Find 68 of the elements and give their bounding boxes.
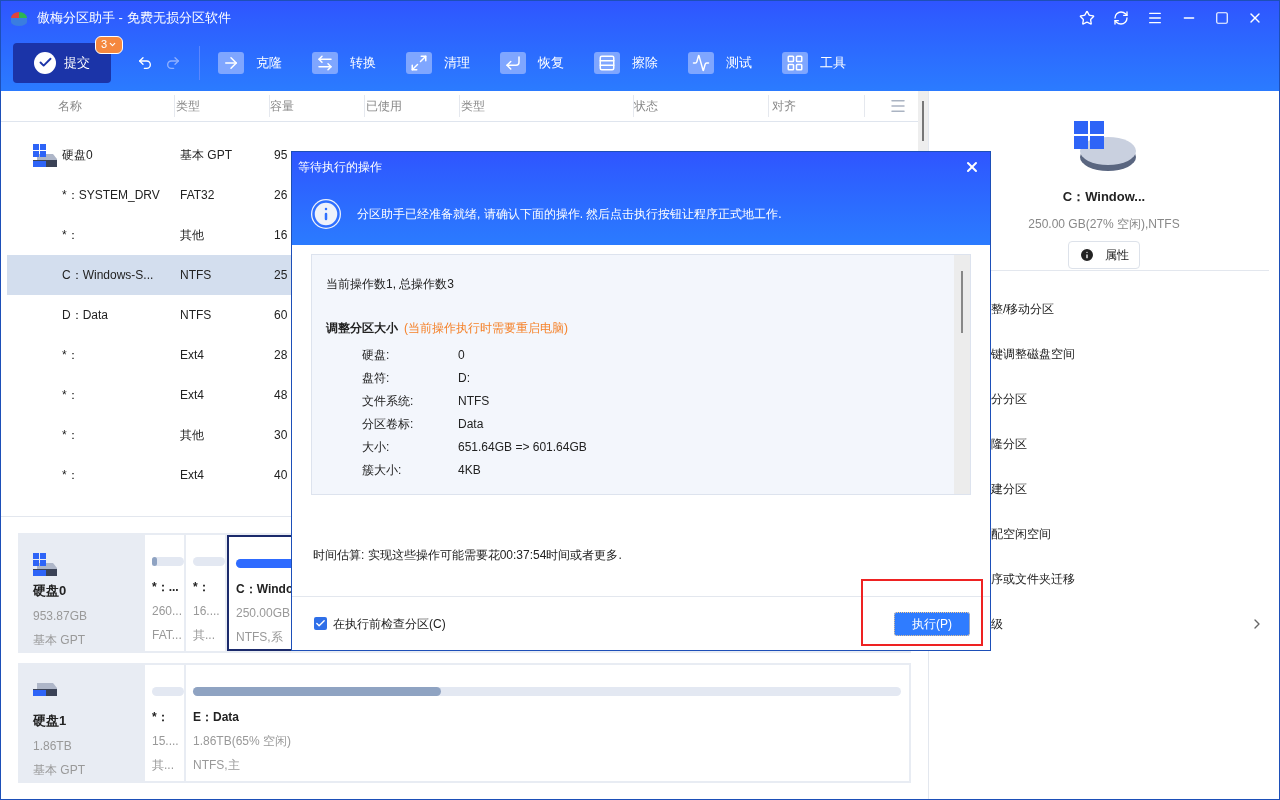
field-label: 簇大小: [362,461,403,479]
partition-type: NTFS,系 [236,629,284,646]
partition-size: 260... [152,603,184,620]
field-label: 分区卷标: [362,415,415,433]
disk-style: 基本 GPT [33,631,86,649]
partition-size: 16.... [193,603,221,620]
partition-name: *：... [152,579,180,596]
table-cell-text: *：SYSTEM_DRV [62,187,160,204]
table-cell-text: 26 [274,187,288,204]
partition-name: *： [193,579,211,596]
partition-type: 其... [152,757,175,774]
table-cell-text: D：Data [62,307,108,324]
operation-title: 调整分区大小 [326,320,398,337]
partition-size: 1.86TB(65% 空闲) [193,733,293,750]
partition-title: C：Window... [1062,188,1146,206]
table-cell-text: 其他 [180,227,204,244]
table-cell-text: *： [62,227,79,244]
partition-type: 其... [193,627,216,644]
partition-info: 250.00 GB(27% 空闲),NTFS [1028,215,1180,233]
field-value: NTFS [458,392,490,410]
table-cell-text: 16 [274,227,288,244]
table-cell-text: *： [62,347,79,364]
table-cell-text: 25 [274,267,288,284]
dialog-title: 等待执行的操作 [298,159,382,176]
table-cell-text: Ext4 [180,467,204,484]
restart-warning: (当前操作执行时需要重启电脑) [404,320,568,337]
field-value: D: [458,369,470,387]
table-cell-text: Ext4 [180,347,204,364]
field-value: 651.64GB => 601.64GB [458,438,587,456]
table-cell-text: 40 [274,467,288,484]
table-cell-text: 60 [274,307,288,324]
field-value: Data [458,415,484,433]
table-cell-text: 硬盘0 [62,147,93,164]
field-label: 硬盘: [362,346,391,364]
table-cell-text: NTFS [180,307,212,324]
table-cell-text: FAT32 [180,187,215,204]
table-cell-text: *： [62,467,79,484]
table-cell-text: 95 [274,147,288,164]
table-cell-text: NTFS [180,267,212,284]
table-cell-text: 28 [274,347,288,364]
table-cell-text: 30 [274,427,288,444]
table-cell-text: 其他 [180,427,204,444]
table-cell-text: 48 [274,387,288,404]
partition-name: E：Data [193,709,240,726]
disk-size: 953.87GB [33,607,89,625]
table-cell-text: 基本 GPT [180,147,232,164]
time-estimate: 时间估算: 实现这些操作可能需要花00:37:54时间或者更多. [313,547,623,564]
disk-style: 基本 GPT [33,761,86,779]
partition-name: *： [152,709,170,726]
partition-type: FAT... [152,627,183,644]
disk-size: 1.86TB [33,737,73,755]
partition-size: 15.... [152,733,180,750]
partition-type: NTFS,主 [193,757,241,774]
field-value: 0 [458,346,465,364]
table-cell-text: *： [62,387,79,404]
table-cell-text: Ext4 [180,387,204,404]
field-label: 大小: [362,438,391,456]
window-title: 傲梅分区助手 - 免费无损分区软件 [37,8,231,27]
partition-size: 250.00GB [236,605,292,622]
table-cell-text: C：Windows-S... [62,267,154,284]
dialog-message: 分区助手已经准备就绪, 请确认下面的操作. 然后点击执行按钮让程序正式地工作. [357,205,782,223]
disk-name: 硬盘0 [33,582,68,600]
table-cell-text: *： [62,427,79,444]
field-label: 盘符: [362,369,391,387]
operation-count: 当前操作数1, 总操作数3 [326,276,455,293]
field-value: 4KB [458,461,481,479]
field-label: 文件系统: [362,392,415,410]
disk-name: 硬盘1 [33,712,68,730]
